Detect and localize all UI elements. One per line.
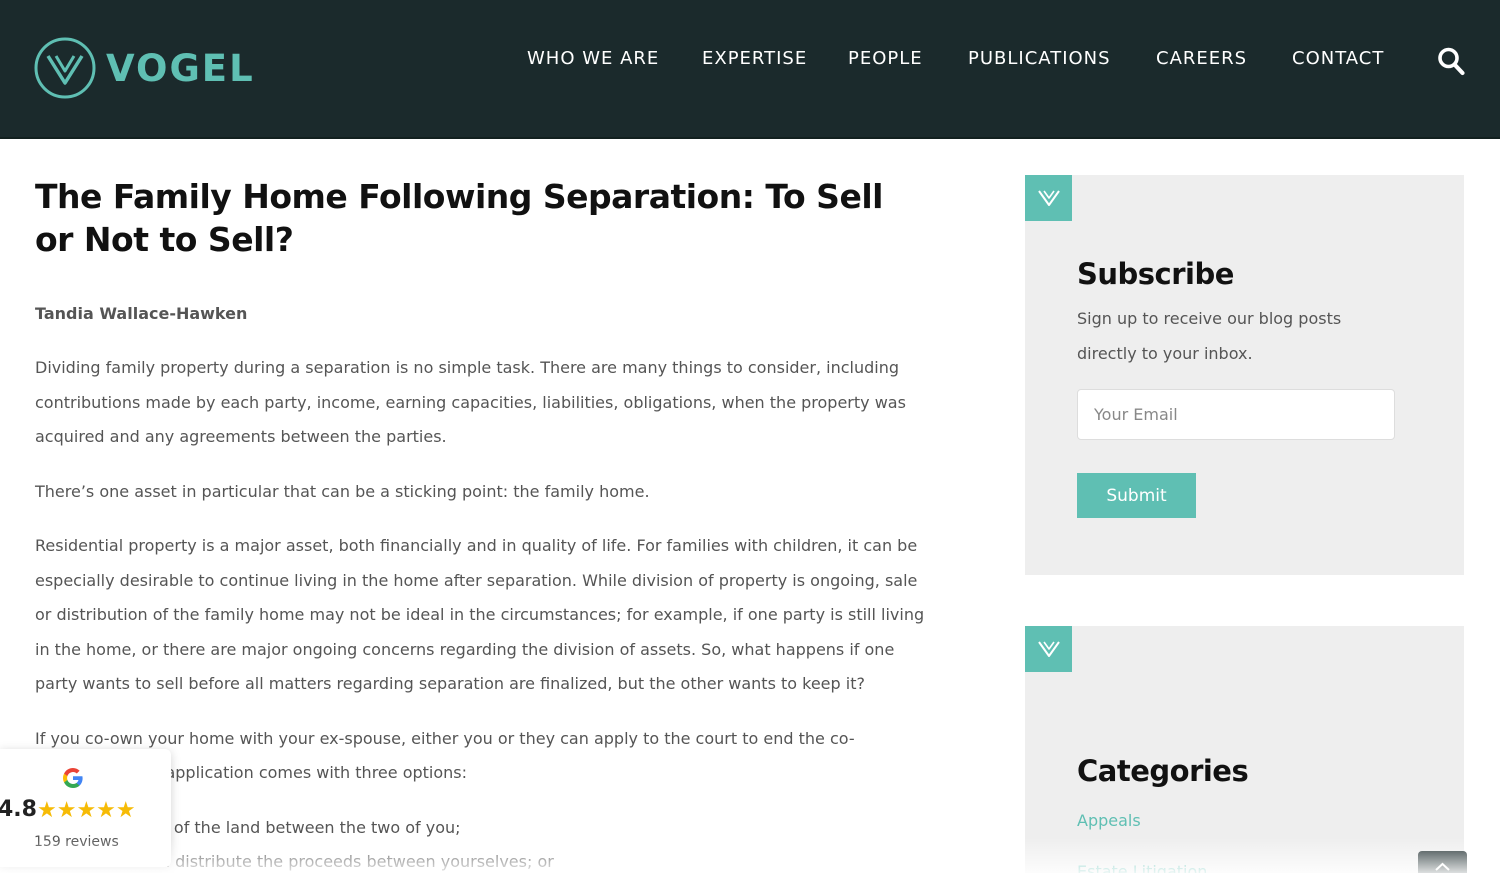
email-field[interactable] bbox=[1077, 389, 1395, 440]
v-logo-icon bbox=[1037, 190, 1060, 206]
article-title: The Family Home Following Separation: To… bbox=[35, 177, 883, 259]
category-link-appeals[interactable]: Appeals bbox=[1077, 811, 1141, 830]
search-icon bbox=[1438, 47, 1465, 76]
article-paragraph: Residential property is a major asset, b… bbox=[35, 536, 925, 693]
nav-item-expertise[interactable]: EXPERTISE bbox=[702, 48, 807, 69]
nav-item-who-we-are[interactable]: WHO WE ARE bbox=[527, 48, 659, 69]
categories-widget: Categories Appeals Estate Litigation bbox=[1025, 626, 1464, 873]
nav-item-publications[interactable]: PUBLICATIONS bbox=[968, 48, 1111, 69]
site-header: VOGEL WHO WE ARE EXPERTISE PEOPLE PUBLIC… bbox=[0, 0, 1500, 139]
chevron-up-icon bbox=[1435, 862, 1450, 871]
article-author: Tandia Wallace-Hawken bbox=[35, 304, 248, 323]
scroll-to-top-button[interactable] bbox=[1418, 851, 1467, 873]
nav-item-contact[interactable]: CONTACT bbox=[1292, 48, 1384, 69]
v-logo-icon bbox=[1037, 641, 1060, 657]
google-icon bbox=[63, 768, 83, 788]
card-badge bbox=[1025, 626, 1072, 672]
nav-item-careers[interactable]: CAREERS bbox=[1156, 48, 1247, 69]
nav-item-people[interactable]: PEOPLE bbox=[848, 48, 923, 69]
subscribe-widget: Subscribe Sign up to receive our blog po… bbox=[1025, 175, 1464, 575]
search-button[interactable] bbox=[1437, 46, 1465, 76]
star-rating-icon: ★★★★★ bbox=[37, 798, 136, 823]
article-paragraph: Dividing family property during a separa… bbox=[35, 358, 906, 446]
review-count: 159 reviews bbox=[34, 834, 119, 850]
category-link-estate-litigation[interactable]: Estate Litigation bbox=[1077, 862, 1207, 873]
article-paragraph: There’s one asset in particular that can… bbox=[35, 481, 650, 501]
subscribe-description: Sign up to receive our blog posts direct… bbox=[1077, 309, 1342, 363]
categories-title: Categories bbox=[1077, 754, 1249, 788]
card-badge bbox=[1025, 175, 1072, 221]
rating-value: 4.8 bbox=[0, 797, 37, 822]
google-review-widget[interactable]: 4.8 ★★★★★ 159 reviews bbox=[0, 749, 171, 867]
submit-button[interactable]: Submit bbox=[1077, 473, 1196, 518]
subscribe-title: Subscribe bbox=[1077, 257, 1234, 291]
main-nav: WHO WE ARE EXPERTISE PEOPLE PUBLICATIONS… bbox=[0, 48, 1500, 74]
